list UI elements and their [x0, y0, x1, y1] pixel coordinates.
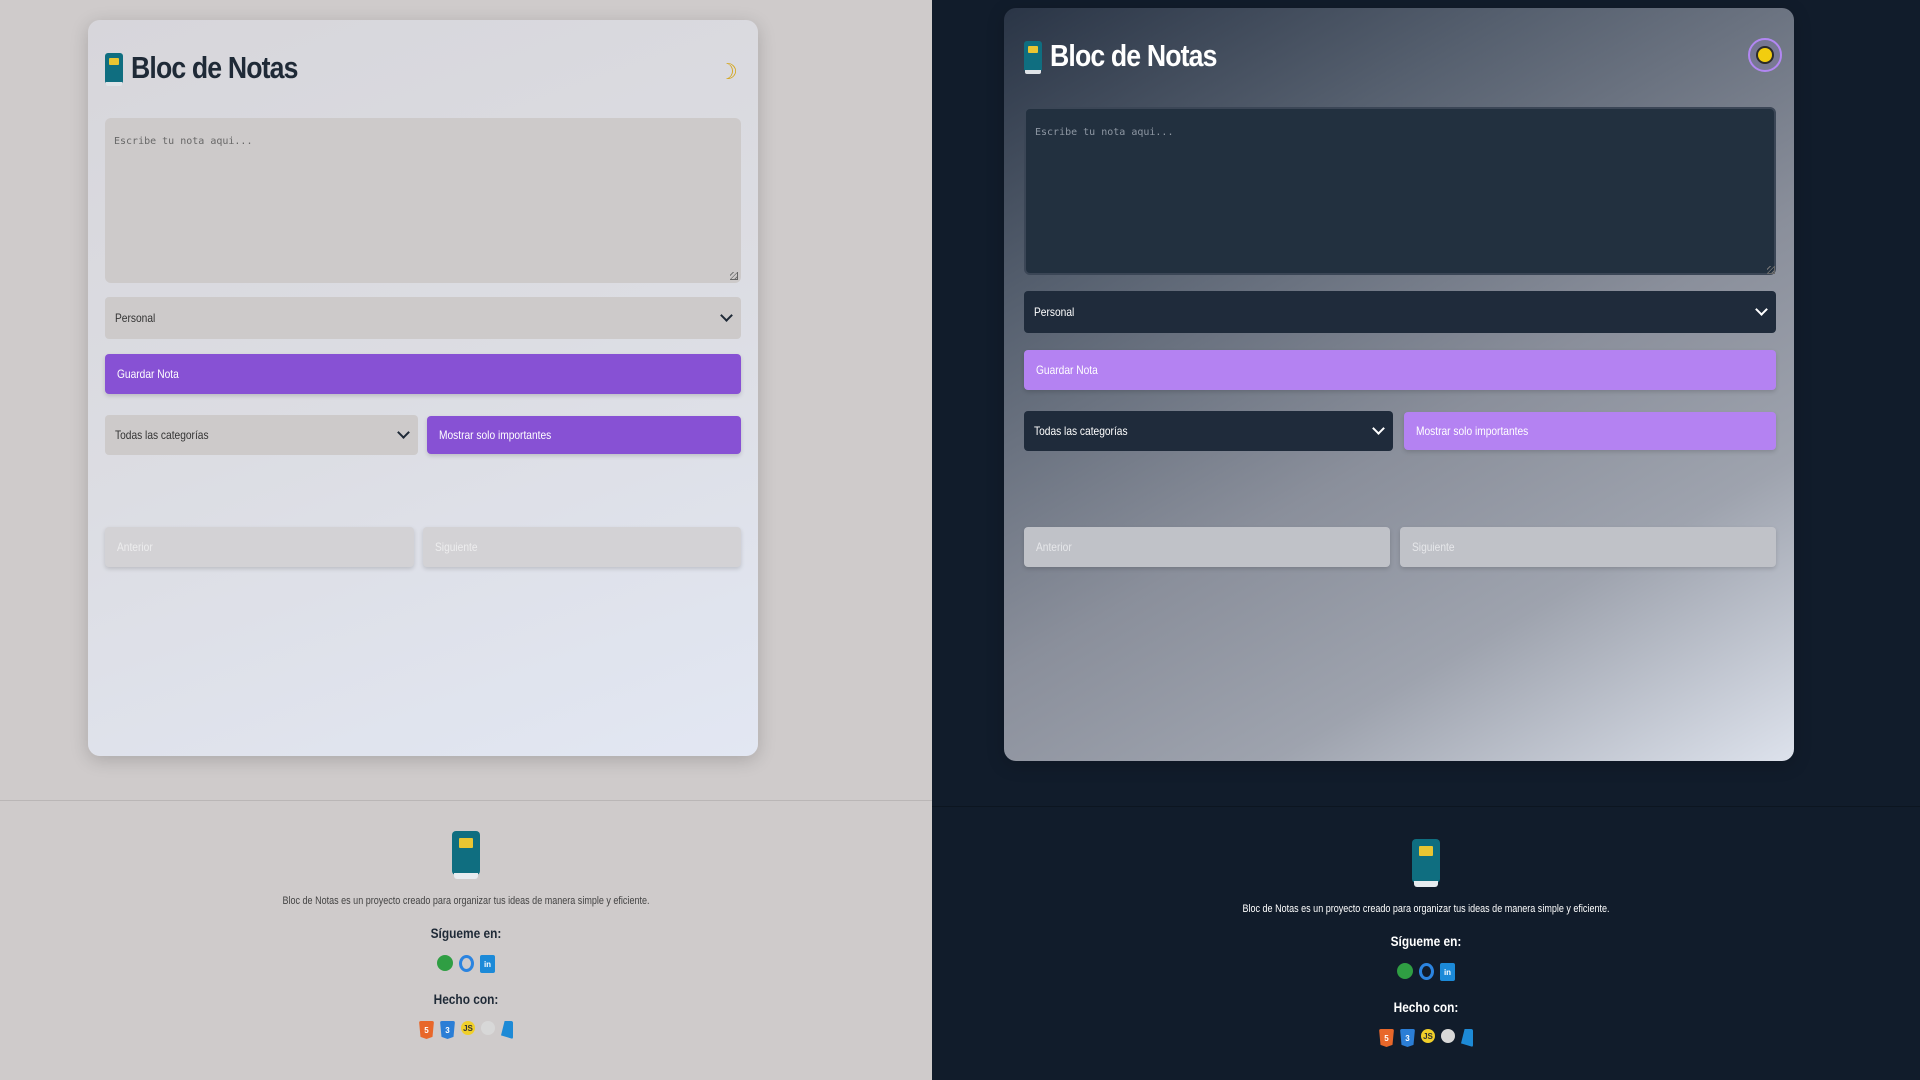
chevron-down-icon: [397, 426, 410, 439]
save-note-label: Guardar Nota: [117, 367, 179, 381]
github-icon[interactable]: [1419, 963, 1434, 980]
note-textarea[interactable]: [1024, 107, 1776, 275]
next-page-button[interactable]: Siguiente: [423, 527, 741, 567]
css3-icon: 3: [440, 1021, 455, 1039]
javascript-icon: JS: [461, 1021, 475, 1035]
previous-page-button[interactable]: Anterior: [1024, 527, 1390, 567]
sun-icon: [1758, 48, 1772, 62]
moon-icon: ☽: [718, 60, 738, 85]
save-note-button[interactable]: Guardar Nota: [1024, 350, 1776, 390]
footer-book-icon: [1412, 839, 1440, 887]
card-header: Bloc de Notas: [105, 50, 325, 86]
vscode-icon: [1461, 1029, 1473, 1047]
footer-book-icon: [452, 831, 480, 879]
html5-icon: 5: [419, 1021, 434, 1039]
category-filter-select[interactable]: Todas las categorías: [105, 415, 418, 455]
previous-page-label: Anterior: [117, 540, 153, 554]
vscode-icon: [501, 1021, 513, 1039]
category-select-value: Personal: [1034, 305, 1075, 319]
next-page-button[interactable]: Siguiente: [1400, 527, 1776, 567]
follow-heading: Sígueme en:: [1390, 933, 1462, 949]
show-important-label: Mostrar solo importantes: [1416, 424, 1529, 438]
category-filter-value: Todas las categorías: [1034, 424, 1128, 438]
footer: Bloc de Notas es un proyecto creado para…: [932, 806, 1920, 1080]
category-filter-value: Todas las categorías: [115, 428, 209, 442]
category-select[interactable]: Personal: [1024, 291, 1776, 333]
chevron-down-icon: [1755, 303, 1768, 316]
page-title: Bloc de Notas: [1050, 38, 1217, 73]
linkedin-icon[interactable]: in: [480, 955, 495, 973]
show-important-label: Mostrar solo importantes: [439, 428, 552, 442]
save-note-button[interactable]: Guardar Nota: [105, 354, 741, 394]
chevron-down-icon: [720, 309, 733, 322]
whatsapp-icon[interactable]: [1397, 963, 1413, 979]
book-icon: [105, 53, 123, 86]
show-important-button[interactable]: Mostrar solo importantes: [427, 416, 741, 454]
resize-handle-icon[interactable]: [1767, 266, 1775, 274]
made-with-heading: Hecho con:: [1393, 999, 1459, 1015]
book-icon: [1024, 41, 1042, 74]
show-important-button[interactable]: Mostrar solo importantes: [1404, 412, 1776, 450]
footer-description: Bloc de Notas es un proyecto creado para…: [282, 895, 650, 907]
resize-handle-icon[interactable]: [730, 272, 738, 280]
social-links: in: [0, 955, 932, 973]
category-select[interactable]: Personal: [105, 297, 741, 339]
light-theme-panel: Bloc de Notas ☽ Personal Guardar Nota To…: [0, 0, 932, 1080]
linkedin-icon[interactable]: in: [1440, 963, 1455, 981]
category-select-value: Personal: [115, 311, 156, 325]
category-filter-select[interactable]: Todas las categorías: [1024, 411, 1393, 451]
card-header: Bloc de Notas: [1024, 38, 1244, 74]
notes-card: Bloc de Notas ☽ Personal Guardar Nota To…: [88, 20, 758, 756]
dark-theme-panel: Bloc de Notas Personal Guardar Nota Toda…: [932, 0, 1920, 1080]
save-note-label: Guardar Nota: [1036, 363, 1098, 377]
page-title: Bloc de Notas: [131, 50, 298, 85]
theme-toggle-button[interactable]: [1748, 38, 1782, 72]
follow-heading: Sígueme en:: [430, 925, 502, 941]
previous-page-label: Anterior: [1036, 540, 1072, 554]
github-icon: [1441, 1029, 1455, 1043]
github-icon[interactable]: [459, 955, 474, 972]
note-textarea[interactable]: [105, 118, 741, 283]
chevron-down-icon: [1372, 422, 1385, 435]
tech-icons: 5 3 JS: [932, 1029, 1920, 1047]
html5-icon: 5: [1379, 1029, 1394, 1047]
github-icon: [481, 1021, 495, 1035]
footer: Bloc de Notas es un proyecto creado para…: [0, 800, 932, 1080]
previous-page-button[interactable]: Anterior: [105, 527, 414, 567]
made-with-heading: Hecho con:: [433, 991, 499, 1007]
social-links: in: [932, 963, 1920, 981]
javascript-icon: JS: [1421, 1029, 1435, 1043]
next-page-label: Siguiente: [435, 540, 478, 554]
notes-card: Bloc de Notas Personal Guardar Nota Toda…: [1004, 8, 1794, 761]
css3-icon: 3: [1400, 1029, 1415, 1047]
next-page-label: Siguiente: [1412, 540, 1455, 554]
tech-icons: 5 3 JS: [0, 1021, 932, 1039]
whatsapp-icon[interactable]: [437, 955, 453, 971]
theme-toggle-button[interactable]: ☽: [716, 58, 740, 88]
footer-description: Bloc de Notas es un proyecto creado para…: [1242, 903, 1610, 915]
